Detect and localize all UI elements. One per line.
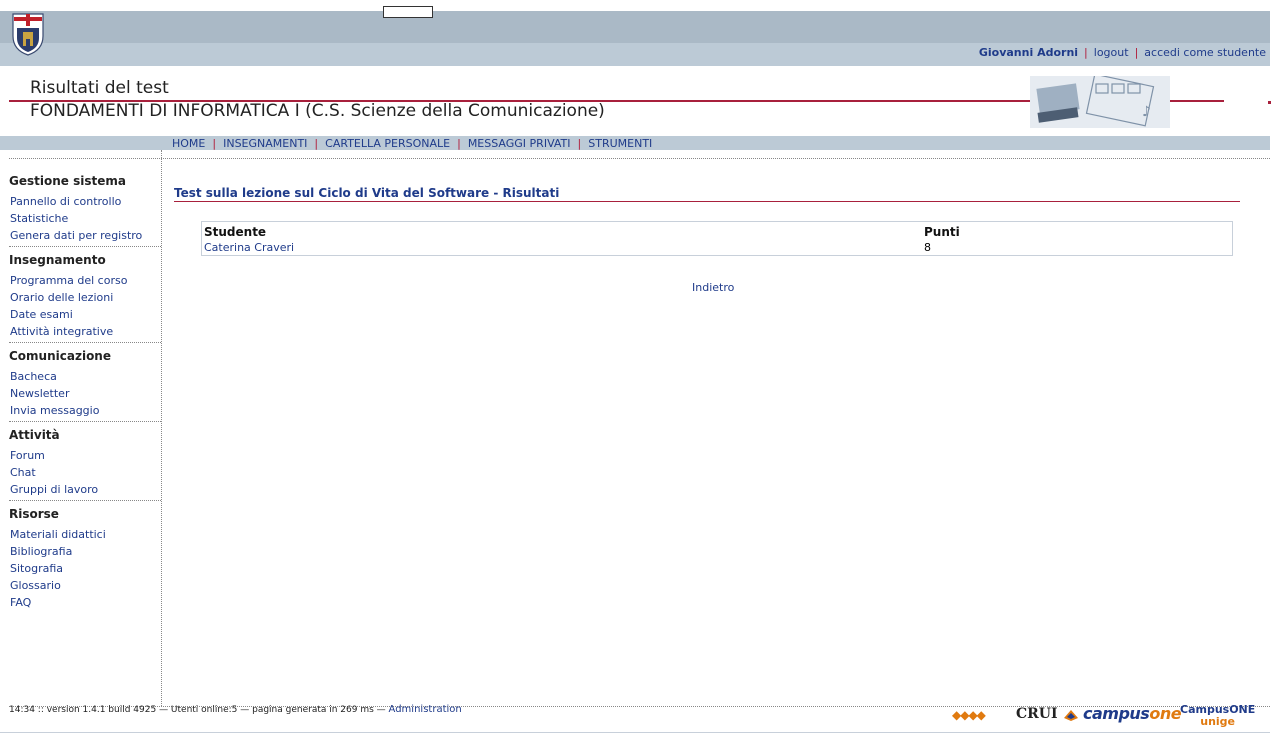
sidebar-heading: Risorse bbox=[9, 507, 59, 521]
sidebar-heading: Attività bbox=[9, 428, 60, 442]
course-title: FONDAMENTI DI INFORMATICA I (C.S. Scienz… bbox=[30, 101, 605, 121]
back-link[interactable]: Indietro bbox=[692, 281, 734, 294]
film-banner-image: ♪ bbox=[1030, 76, 1170, 128]
sidebar-item-date-esami[interactable]: Date esami bbox=[9, 306, 161, 323]
sidebar-item-forum[interactable]: Forum bbox=[9, 447, 161, 464]
logout-link[interactable]: logout bbox=[1094, 46, 1129, 59]
sidebar-item-bibliografia[interactable]: Bibliografia bbox=[9, 543, 161, 560]
user-name: Giovanni Adorni bbox=[978, 46, 1079, 59]
separator: | bbox=[212, 137, 217, 150]
sidebar-section-comunicazione: Comunicazione Bacheca Newsletter Invia m… bbox=[9, 347, 161, 422]
nav-home[interactable]: HOME bbox=[172, 137, 205, 150]
separator: | bbox=[577, 137, 582, 150]
title-rule-tick bbox=[1268, 101, 1271, 104]
results-heading: Test sulla lezione sul Ciclo di Vita del… bbox=[174, 186, 560, 200]
results-heading-rule bbox=[174, 201, 1240, 202]
campus-logo-text: campus bbox=[1083, 704, 1150, 723]
sidebar-section-insegnamento: Insegnamento Programma del corso Orario … bbox=[9, 251, 161, 343]
university-crest-icon bbox=[12, 13, 44, 56]
sidebar-heading: Insegnamento bbox=[9, 253, 106, 267]
one-logo-text: one bbox=[1149, 704, 1182, 723]
sidebar-item-glossario[interactable]: Glossario bbox=[9, 577, 161, 594]
sidebar-item-materiali-didattici[interactable]: Materiali didattici bbox=[9, 526, 161, 543]
sidebar: Gestione sistema Pannello di controllo S… bbox=[9, 172, 161, 617]
results-table: Studente Punti Caterina Craveri 8 bbox=[201, 221, 1233, 256]
sidebar-item-bacheca[interactable]: Bacheca bbox=[9, 368, 161, 385]
separator: | bbox=[1084, 46, 1088, 59]
sidebar-item-chat[interactable]: Chat bbox=[9, 464, 161, 481]
administration-link[interactable]: Administration bbox=[389, 704, 462, 715]
top-bar-strip bbox=[0, 11, 1270, 43]
campus-one-logo: campusone bbox=[1083, 704, 1182, 723]
column-header-studente: Studente bbox=[204, 225, 267, 239]
sidebar-item-newsletter[interactable]: Newsletter bbox=[9, 385, 161, 402]
nav-cartella-personale[interactable]: CARTELLA PERSONALE bbox=[325, 137, 450, 150]
nav-insegnamenti[interactable]: INSEGNAMENTI bbox=[223, 137, 307, 150]
main-menu: HOME | INSEGNAMENTI | CARTELLA PERSONALE | MES… bbox=[172, 137, 652, 150]
sidebar-section-risorse: Risorse Materiali didattici Bibliografia… bbox=[9, 505, 161, 613]
content-top-divider bbox=[9, 158, 1270, 159]
svg-text:♪: ♪ bbox=[1142, 104, 1151, 120]
student-view-link[interactable]: accedi come studente bbox=[1144, 46, 1266, 59]
sidebar-item-pannello-di-controllo[interactable]: Pannello di controllo bbox=[9, 193, 161, 210]
bottom-border bbox=[0, 732, 1270, 733]
sidebar-divider bbox=[161, 150, 162, 706]
sidebar-heading: Comunicazione bbox=[9, 349, 111, 363]
nav-messaggi-privati[interactable]: MESSAGGI PRIVATI bbox=[468, 137, 571, 150]
sidebar-item-sitografia[interactable]: Sitografia bbox=[9, 560, 161, 577]
footer-logos: ◆◆◆◆ CRUI campusone CampusONE unige bbox=[952, 703, 1262, 729]
crui-diamonds-logo: ◆◆◆◆ bbox=[952, 708, 986, 722]
sidebar-item-invia-messaggio[interactable]: Invia messaggio bbox=[9, 402, 161, 419]
sidebar-item-statistiche[interactable]: Statistiche bbox=[9, 210, 161, 227]
separator: | bbox=[314, 137, 319, 150]
score-cell: 8 bbox=[924, 241, 931, 254]
sidebar-section-attivita: Attività Forum Chat Gruppi di lavoro bbox=[9, 426, 161, 501]
footer-status-text: 14:34 :: version 1.4.1 build 4925 — Uten… bbox=[9, 705, 386, 715]
separator: | bbox=[457, 137, 461, 150]
sidebar-item-orario-delle-lezioni[interactable]: Orario delle lezioni bbox=[9, 289, 161, 306]
sidebar-item-gruppi-di-lavoro[interactable]: Gruppi di lavoro bbox=[9, 481, 161, 498]
unige-logo-text: unige bbox=[1200, 715, 1236, 728]
column-header-punti: Punti bbox=[924, 225, 960, 239]
page-title: Risultati del test bbox=[30, 78, 169, 98]
sidebar-item-faq[interactable]: FAQ bbox=[9, 594, 161, 611]
nav-strumenti[interactable]: STRUMENTI bbox=[588, 137, 652, 150]
sidebar-item-attivita-integrative[interactable]: Attività integrative bbox=[9, 323, 161, 340]
campus-logo-icon bbox=[1064, 710, 1078, 721]
sidebar-item-genera-dati[interactable]: Genera dati per registro bbox=[9, 227, 161, 244]
sidebar-section-gestione-sistema: Gestione sistema Pannello di controllo S… bbox=[9, 172, 161, 247]
footer-status: 14:34 :: version 1.4.1 build 4925 — Uten… bbox=[9, 704, 462, 715]
user-bar: Giovanni Adorni | logout | accedi come stude… bbox=[979, 46, 1266, 59]
student-name-cell[interactable]: Caterina Craveri bbox=[204, 241, 294, 254]
sidebar-item-programma-del-corso[interactable]: Programma del corso bbox=[9, 272, 161, 289]
popup-fragment bbox=[383, 6, 433, 18]
campusone-unige-logo: CampusONE unige bbox=[1180, 704, 1255, 728]
crui-logo: CRUI bbox=[1016, 706, 1058, 722]
separator: | bbox=[1134, 46, 1139, 59]
sidebar-heading: Gestione sistema bbox=[9, 174, 126, 188]
